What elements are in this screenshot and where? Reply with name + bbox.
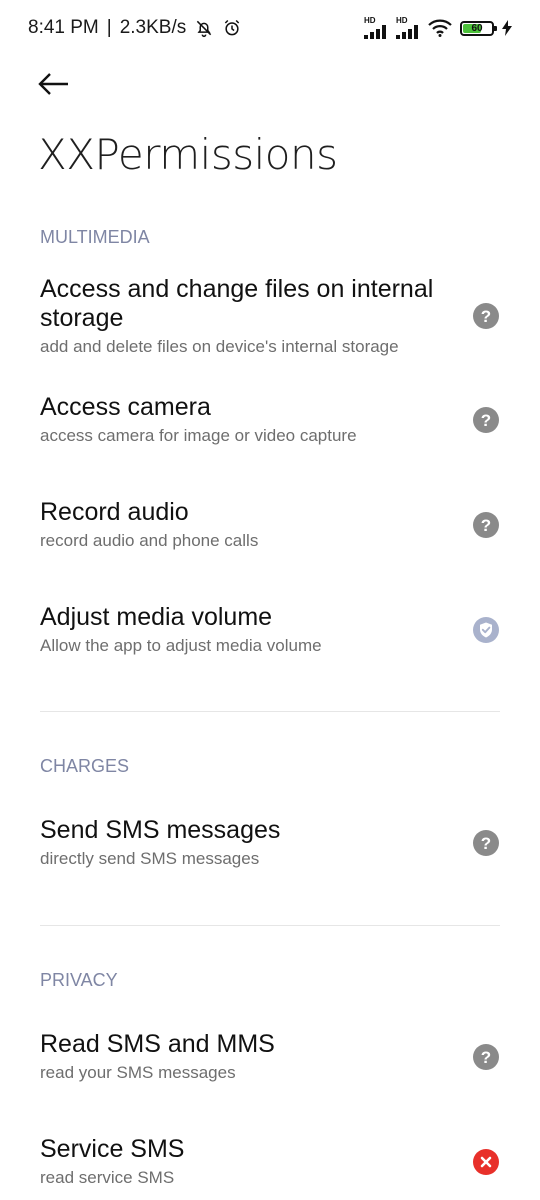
- question-circle-icon[interactable]: ?: [472, 302, 500, 330]
- permission-item-camera[interactable]: Access camera access camera for image or…: [0, 392, 540, 448]
- permission-item-read-sms[interactable]: Read SMS and MMS read your SMS messages …: [0, 1029, 540, 1085]
- section-divider: [40, 925, 500, 926]
- back-arrow-icon[interactable]: [36, 66, 72, 102]
- battery-percent: 60: [471, 22, 483, 34]
- permission-item-send-sms[interactable]: Send SMS messages directly send SMS mess…: [0, 815, 540, 871]
- permission-subtitle: record audio and phone calls: [40, 531, 259, 550]
- svg-text:?: ?: [481, 516, 491, 535]
- permission-texts: Adjust media volume Allow the app to adj…: [40, 603, 472, 657]
- permission-title: Access camera: [40, 393, 211, 421]
- question-circle-icon[interactable]: ?: [472, 829, 500, 857]
- clock: 8:41 PM: [28, 17, 99, 38]
- permission-item-record-audio[interactable]: Record audio record audio and phone call…: [0, 497, 540, 553]
- permission-subtitle: directly send SMS messages: [40, 849, 260, 868]
- battery-indicator: 60: [460, 20, 497, 36]
- charging-bolt-icon: [502, 20, 512, 36]
- permission-texts: Read SMS and MMS read your SMS messages: [40, 1030, 472, 1084]
- permission-item-media-volume[interactable]: Adjust media volume Allow the app to adj…: [0, 602, 540, 658]
- permission-subtitle: add and delete files on device's interna…: [40, 336, 399, 356]
- permission-texts: Record audio record audio and phone call…: [40, 498, 472, 552]
- permission-title: Read SMS and MMS: [40, 1030, 275, 1058]
- permission-title: Adjust media volume: [40, 603, 273, 631]
- sim2-hd-label: HD: [396, 16, 408, 25]
- status-right: HD HD 60: [364, 17, 512, 39]
- x-circle-icon[interactable]: [472, 1148, 500, 1176]
- permission-texts: Send SMS messages directly send SMS mess…: [40, 816, 472, 870]
- page-title: XXPermissions: [38, 130, 338, 179]
- permission-item-service-sms[interactable]: Service SMS read service SMS: [0, 1134, 540, 1190]
- permission-subtitle: read service SMS: [40, 1168, 175, 1187]
- svg-text:?: ?: [481, 307, 491, 326]
- sim1-hd-label: HD: [364, 16, 376, 25]
- svg-text:?: ?: [481, 411, 491, 430]
- network-speed: 2.3KB/s: [119, 17, 187, 38]
- permission-item-storage[interactable]: Access and change files on internal stor…: [0, 272, 540, 360]
- permission-title: Send SMS messages: [40, 816, 281, 844]
- bell-muted-icon: [197, 20, 212, 38]
- signal-bars-icon: [364, 25, 386, 39]
- section-header-charges: CHARGES: [40, 756, 130, 776]
- section-divider: [40, 711, 500, 712]
- sim1-signal: HD: [364, 17, 388, 39]
- question-circle-icon[interactable]: ?: [472, 511, 500, 539]
- svg-text:?: ?: [481, 834, 491, 853]
- shield-check-icon[interactable]: [472, 616, 500, 644]
- sim2-signal: HD: [396, 17, 420, 39]
- signal-bars-icon: [396, 25, 418, 39]
- status-left: 8:41 PM | 2.3KB/s: [28, 17, 242, 39]
- permission-title: Access and change files on internal stor…: [40, 274, 434, 332]
- alarm-clock-icon: [225, 19, 240, 36]
- permission-title: Record audio: [40, 498, 189, 526]
- status-separator: |: [106, 17, 112, 38]
- permission-texts: Access camera access camera for image or…: [40, 393, 472, 447]
- section-header-privacy: PRIVACY: [40, 970, 118, 990]
- section-header-multimedia: MULTIMEDIA: [40, 227, 150, 247]
- permission-subtitle: access camera for image or video capture: [40, 426, 357, 445]
- permission-subtitle: Allow the app to adjust media volume: [40, 636, 322, 655]
- permission-subtitle: read your SMS messages: [40, 1063, 236, 1082]
- question-circle-icon[interactable]: ?: [472, 1043, 500, 1071]
- wifi-icon: [428, 19, 452, 37]
- permission-texts: Access and change files on internal stor…: [40, 275, 472, 358]
- svg-text:?: ?: [481, 1048, 491, 1067]
- question-circle-icon[interactable]: ?: [472, 406, 500, 434]
- status-bar: 8:41 PM | 2.3KB/s HD HD 60: [0, 0, 540, 56]
- permission-texts: Service SMS read service SMS: [40, 1135, 472, 1189]
- permission-title: Service SMS: [40, 1135, 185, 1163]
